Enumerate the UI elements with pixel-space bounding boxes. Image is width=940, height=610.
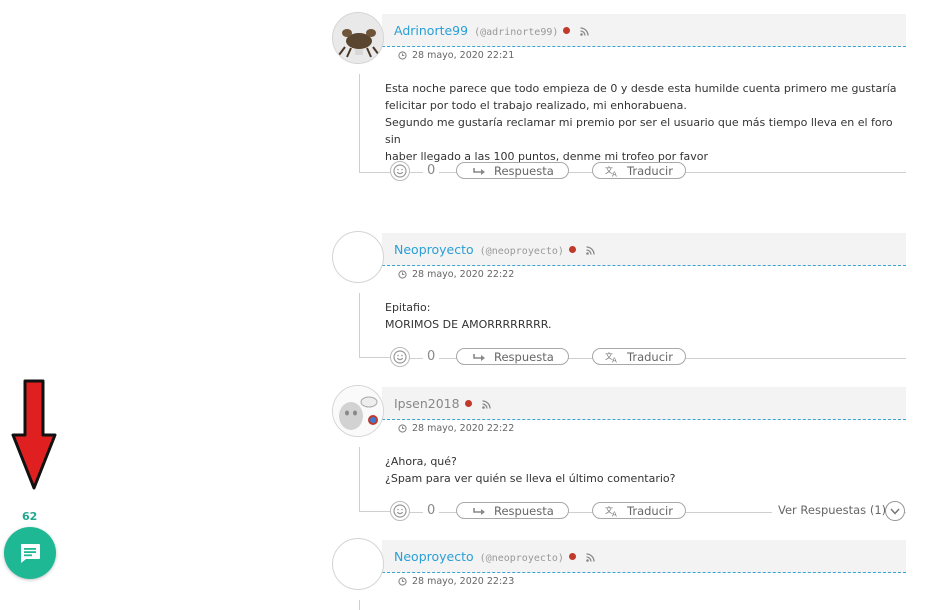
crab-avatar-image <box>333 13 383 63</box>
rss-icon[interactable] <box>586 246 595 255</box>
comment-header: Adrinorte99 (@adrinorte99) <box>382 14 906 47</box>
author-handle: (@neoproyecto) <box>479 246 564 257</box>
comment-date: 28 mayo, 2020 22:21 <box>398 50 514 61</box>
chat-fab-button[interactable] <box>4 527 56 579</box>
thread-line <box>359 447 360 511</box>
reaction-count: 0 <box>423 349 440 364</box>
author-link[interactable]: Neoproyecto <box>394 549 474 564</box>
status-dot <box>568 246 576 253</box>
comment-date: 28 mayo, 2020 22:22 <box>398 423 514 434</box>
translate-button[interactable]: 文 A Traducir <box>592 502 686 519</box>
avatar[interactable] <box>332 385 384 437</box>
reply-button[interactable]: Respuesta <box>456 348 569 365</box>
status-dot <box>568 553 576 560</box>
thread-line <box>359 293 360 357</box>
reaction-count: 0 <box>423 503 440 518</box>
comment-header: Neoproyecto (@neoproyecto) <box>382 540 906 573</box>
comment-count-badge: 62 <box>22 510 38 523</box>
comment-card: Adrinorte99 (@adrinorte99) 28 mayo, 2020 … <box>332 12 906 182</box>
clock-icon <box>398 424 407 433</box>
thread-line <box>359 172 392 173</box>
translate-icon: 文A <box>605 505 617 517</box>
view-replies-link[interactable]: Ver Respuestas (1) <box>772 503 893 517</box>
author-link[interactable]: Neoproyecto <box>394 242 474 257</box>
author-handle: (@neoproyecto) <box>479 553 564 564</box>
svg-text:A: A <box>612 170 617 177</box>
clock-icon <box>398 51 407 60</box>
comment-actions: 0 Respuesta 文 A Traducir Ver Respuestas (1… <box>390 501 906 523</box>
annotation-down-arrow <box>11 379 57 490</box>
translate-button[interactable]: 文 A Traducir <box>592 162 686 179</box>
smiley-icon <box>393 164 407 178</box>
comment-body: ¿Ahora, qué? ¿Spam para ver quién se lle… <box>385 455 676 485</box>
svg-text:A: A <box>612 356 617 363</box>
comment-actions: 0 Respuesta 文 A Traducir <box>390 347 906 369</box>
status-dot <box>563 27 571 34</box>
avatar[interactable] <box>332 231 384 283</box>
smiley-icon <box>393 504 407 518</box>
avatar[interactable] <box>332 12 384 64</box>
translate-icon: 文A <box>605 165 617 177</box>
comment-body: Epitafio: MORIMOS DE AMORRRRRRRR. <box>385 301 552 331</box>
translate-icon: 文A <box>605 351 617 363</box>
thread-line <box>359 600 360 610</box>
comment-header: Ipsen2018 <box>382 387 906 420</box>
translate-button[interactable]: 文 A Traducir <box>592 348 686 365</box>
clock-icon <box>398 270 407 279</box>
comment-card: Neoproyecto (@neoproyecto) 28 mayo, 2020 … <box>332 231 906 371</box>
comment-date: 28 mayo, 2020 22:22 <box>398 269 514 280</box>
reply-arrow-icon <box>473 507 485 515</box>
rss-icon[interactable] <box>586 553 595 562</box>
reply-arrow-icon <box>473 167 485 175</box>
mascot-avatar-image <box>333 386 383 436</box>
author-link[interactable]: Ipsen2018 <box>394 396 460 411</box>
comment-body: Esta noche parece que todo empieza de 0 … <box>385 82 897 163</box>
comment-actions: 0 Respuesta 文 A Traducir <box>390 161 906 183</box>
reaction-button[interactable] <box>390 501 410 521</box>
comment-date: 28 mayo, 2020 22:23 <box>398 576 514 587</box>
comment-card: Ipsen2018 28 mayo, 2020 22:22 ¿Ahora, qu… <box>332 385 906 530</box>
expand-replies-button[interactable] <box>885 501 905 521</box>
comment-header: Neoproyecto (@neoproyecto) <box>382 233 906 266</box>
chat-icon <box>20 544 40 563</box>
author-link[interactable]: Adrinorte99 <box>394 23 468 38</box>
comment-card: Neoproyecto (@neoproyecto) 28 mayo, 2020 … <box>332 538 906 610</box>
clock-icon <box>398 577 407 586</box>
rss-icon[interactable] <box>481 400 491 409</box>
rss-icon[interactable] <box>580 27 590 36</box>
svg-text:A: A <box>612 510 617 517</box>
smiley-icon <box>393 350 407 364</box>
thread-line <box>359 357 392 358</box>
author-handle: (@adrinorte99) <box>474 27 559 38</box>
reaction-count: 0 <box>423 163 440 178</box>
chevron-down-icon <box>890 508 900 515</box>
avatar[interactable] <box>332 538 384 590</box>
status-dot <box>464 400 472 407</box>
reply-button[interactable]: Respuesta <box>456 502 569 519</box>
thread-line <box>359 511 392 512</box>
thread-line <box>359 74 360 172</box>
reply-arrow-icon <box>473 353 485 361</box>
reaction-button[interactable] <box>390 347 410 367</box>
reaction-button[interactable] <box>390 161 410 181</box>
reply-button[interactable]: Respuesta <box>456 162 569 179</box>
